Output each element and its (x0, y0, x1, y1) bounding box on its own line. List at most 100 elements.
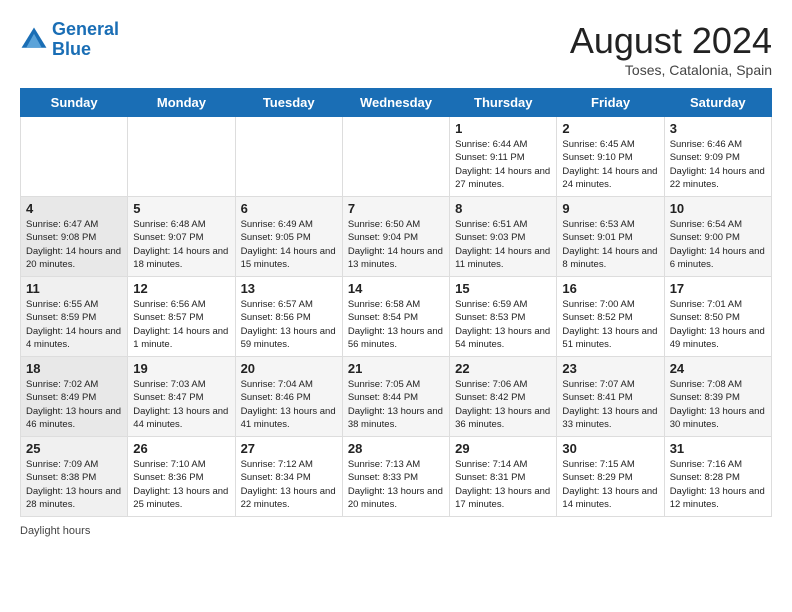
calendar-cell: 12 Sunrise: 6:56 AM Sunset: 8:57 PM Dayli… (128, 277, 235, 357)
day-info: Sunrise: 7:14 AM Sunset: 8:31 PM Dayligh… (455, 458, 551, 511)
day-number: 8 (455, 201, 551, 216)
day-number: 18 (26, 361, 122, 376)
calendar-header-row: SundayMondayTuesdayWednesdayThursdayFrid… (21, 89, 772, 117)
day-info: Sunrise: 6:49 AM Sunset: 9:05 PM Dayligh… (241, 218, 337, 271)
logo-line1: General (52, 19, 119, 39)
day-info: Sunrise: 6:58 AM Sunset: 8:54 PM Dayligh… (348, 298, 444, 351)
day-info: Sunrise: 7:03 AM Sunset: 8:47 PM Dayligh… (133, 378, 229, 431)
calendar-cell: 11 Sunrise: 6:55 AM Sunset: 8:59 PM Dayli… (21, 277, 128, 357)
calendar-cell: 5 Sunrise: 6:48 AM Sunset: 9:07 PM Daylig… (128, 197, 235, 277)
day-info: Sunrise: 7:01 AM Sunset: 8:50 PM Dayligh… (670, 298, 766, 351)
day-info: Sunrise: 7:06 AM Sunset: 8:42 PM Dayligh… (455, 378, 551, 431)
day-number: 6 (241, 201, 337, 216)
footer-label: Daylight hours (20, 525, 90, 537)
calendar-cell: 30 Sunrise: 7:15 AM Sunset: 8:29 PM Dayli… (557, 437, 664, 517)
day-info: Sunrise: 7:15 AM Sunset: 8:29 PM Dayligh… (562, 458, 658, 511)
calendar-cell: 31 Sunrise: 7:16 AM Sunset: 8:28 PM Dayli… (664, 437, 771, 517)
day-number: 3 (670, 121, 766, 136)
day-info: Sunrise: 6:53 AM Sunset: 9:01 PM Dayligh… (562, 218, 658, 271)
calendar-cell: 1Sunrise: 6:44 AM Sunset: 9:11 PM Daylig… (450, 117, 557, 197)
calendar-cell: 23Sunrise: 7:07 AM Sunset: 8:41 PM Dayli… (557, 357, 664, 437)
day-header-wednesday: Wednesday (342, 89, 449, 117)
footer: Daylight hours (20, 525, 772, 537)
logo: General Blue (20, 20, 119, 60)
day-number: 15 (455, 281, 551, 296)
day-number: 31 (670, 441, 766, 456)
calendar-cell: 9Sunrise: 6:53 AM Sunset: 9:01 PM Daylig… (557, 197, 664, 277)
day-number: 19 (133, 361, 229, 376)
calendar-cell: 28 Sunrise: 7:13 AM Sunset: 8:33 PM Dayli… (342, 437, 449, 517)
calendar-cell: 27 Sunrise: 7:12 AM Sunset: 8:34 PM Dayli… (235, 437, 342, 517)
day-info: Sunrise: 6:57 AM Sunset: 8:56 PM Dayligh… (241, 298, 337, 351)
day-info: Sunrise: 6:48 AM Sunset: 9:07 PM Dayligh… (133, 218, 229, 271)
day-header-friday: Friday (557, 89, 664, 117)
day-info: Sunrise: 7:13 AM Sunset: 8:33 PM Dayligh… (348, 458, 444, 511)
calendar-week-1: 1Sunrise: 6:44 AM Sunset: 9:11 PM Daylig… (21, 117, 772, 197)
day-number: 13 (241, 281, 337, 296)
day-header-saturday: Saturday (664, 89, 771, 117)
calendar-week-4: 18 Sunrise: 7:02 AM Sunset: 8:49 PM Dayli… (21, 357, 772, 437)
day-number: 17 (670, 281, 766, 296)
calendar-cell: 10Sunrise: 6:54 AM Sunset: 9:00 PM Dayli… (664, 197, 771, 277)
day-info: Sunrise: 7:05 AM Sunset: 8:44 PM Dayligh… (348, 378, 444, 431)
day-info: Sunrise: 6:56 AM Sunset: 8:57 PM Dayligh… (133, 298, 229, 351)
page-header: General Blue August 2024 Toses, Cataloni… (20, 20, 772, 78)
logo-icon (20, 26, 48, 54)
calendar-cell: 6 Sunrise: 6:49 AM Sunset: 9:05 PM Daylig… (235, 197, 342, 277)
location: Toses, Catalonia, Spain (570, 62, 772, 78)
day-info: Sunrise: 7:12 AM Sunset: 8:34 PM Dayligh… (241, 458, 337, 511)
day-number: 2 (562, 121, 658, 136)
calendar-week-5: 25Sunrise: 7:09 AM Sunset: 8:38 PM Dayli… (21, 437, 772, 517)
calendar-cell: 3 Sunrise: 6:46 AM Sunset: 9:09 PM Daylig… (664, 117, 771, 197)
calendar-cell: 13 Sunrise: 6:57 AM Sunset: 8:56 PM Dayli… (235, 277, 342, 357)
day-number: 4 (26, 201, 122, 216)
calendar-week-3: 11 Sunrise: 6:55 AM Sunset: 8:59 PM Dayli… (21, 277, 772, 357)
day-info: Sunrise: 7:08 AM Sunset: 8:39 PM Dayligh… (670, 378, 766, 431)
day-header-sunday: Sunday (21, 89, 128, 117)
day-number: 26 (133, 441, 229, 456)
day-info: Sunrise: 7:00 AM Sunset: 8:52 PM Dayligh… (562, 298, 658, 351)
day-header-thursday: Thursday (450, 89, 557, 117)
day-info: Sunrise: 7:16 AM Sunset: 8:28 PM Dayligh… (670, 458, 766, 511)
logo-line2: Blue (52, 39, 91, 59)
calendar-cell (21, 117, 128, 197)
day-number: 16 (562, 281, 658, 296)
calendar-cell (342, 117, 449, 197)
logo-text: General Blue (52, 20, 119, 60)
calendar-cell: 25Sunrise: 7:09 AM Sunset: 8:38 PM Dayli… (21, 437, 128, 517)
day-number: 10 (670, 201, 766, 216)
day-number: 11 (26, 281, 122, 296)
day-number: 12 (133, 281, 229, 296)
calendar-cell: 17 Sunrise: 7:01 AM Sunset: 8:50 PM Dayli… (664, 277, 771, 357)
day-info: Sunrise: 6:44 AM Sunset: 9:11 PM Dayligh… (455, 138, 551, 191)
day-info: Sunrise: 7:02 AM Sunset: 8:49 PM Dayligh… (26, 378, 122, 431)
day-number: 30 (562, 441, 658, 456)
day-info: Sunrise: 6:46 AM Sunset: 9:09 PM Dayligh… (670, 138, 766, 191)
day-info: Sunrise: 6:47 AM Sunset: 9:08 PM Dayligh… (26, 218, 122, 271)
calendar-cell: 19 Sunrise: 7:03 AM Sunset: 8:47 PM Dayli… (128, 357, 235, 437)
day-info: Sunrise: 7:04 AM Sunset: 8:46 PM Dayligh… (241, 378, 337, 431)
day-info: Sunrise: 6:55 AM Sunset: 8:59 PM Dayligh… (26, 298, 122, 351)
day-number: 5 (133, 201, 229, 216)
day-info: Sunrise: 7:09 AM Sunset: 8:38 PM Dayligh… (26, 458, 122, 511)
calendar-cell: 22Sunrise: 7:06 AM Sunset: 8:42 PM Dayli… (450, 357, 557, 437)
day-number: 29 (455, 441, 551, 456)
calendar-cell: 26Sunrise: 7:10 AM Sunset: 8:36 PM Dayli… (128, 437, 235, 517)
calendar-cell: 20Sunrise: 7:04 AM Sunset: 8:46 PM Dayli… (235, 357, 342, 437)
day-number: 28 (348, 441, 444, 456)
calendar-cell: 24Sunrise: 7:08 AM Sunset: 8:39 PM Dayli… (664, 357, 771, 437)
calendar-cell: 18 Sunrise: 7:02 AM Sunset: 8:49 PM Dayli… (21, 357, 128, 437)
month-year: August 2024 (570, 20, 772, 62)
calendar-cell: 16 Sunrise: 7:00 AM Sunset: 8:52 PM Dayli… (557, 277, 664, 357)
day-info: Sunrise: 6:45 AM Sunset: 9:10 PM Dayligh… (562, 138, 658, 191)
calendar-cell: 14 Sunrise: 6:58 AM Sunset: 8:54 PM Dayli… (342, 277, 449, 357)
day-header-monday: Monday (128, 89, 235, 117)
calendar-cell: 8Sunrise: 6:51 AM Sunset: 9:03 PM Daylig… (450, 197, 557, 277)
calendar-cell: 29 Sunrise: 7:14 AM Sunset: 8:31 PM Dayli… (450, 437, 557, 517)
calendar-cell: 4 Sunrise: 6:47 AM Sunset: 9:08 PM Daylig… (21, 197, 128, 277)
calendar-cell (235, 117, 342, 197)
calendar-cell: 7Sunrise: 6:50 AM Sunset: 9:04 PM Daylig… (342, 197, 449, 277)
day-number: 27 (241, 441, 337, 456)
day-number: 14 (348, 281, 444, 296)
calendar-cell: 21Sunrise: 7:05 AM Sunset: 8:44 PM Dayli… (342, 357, 449, 437)
